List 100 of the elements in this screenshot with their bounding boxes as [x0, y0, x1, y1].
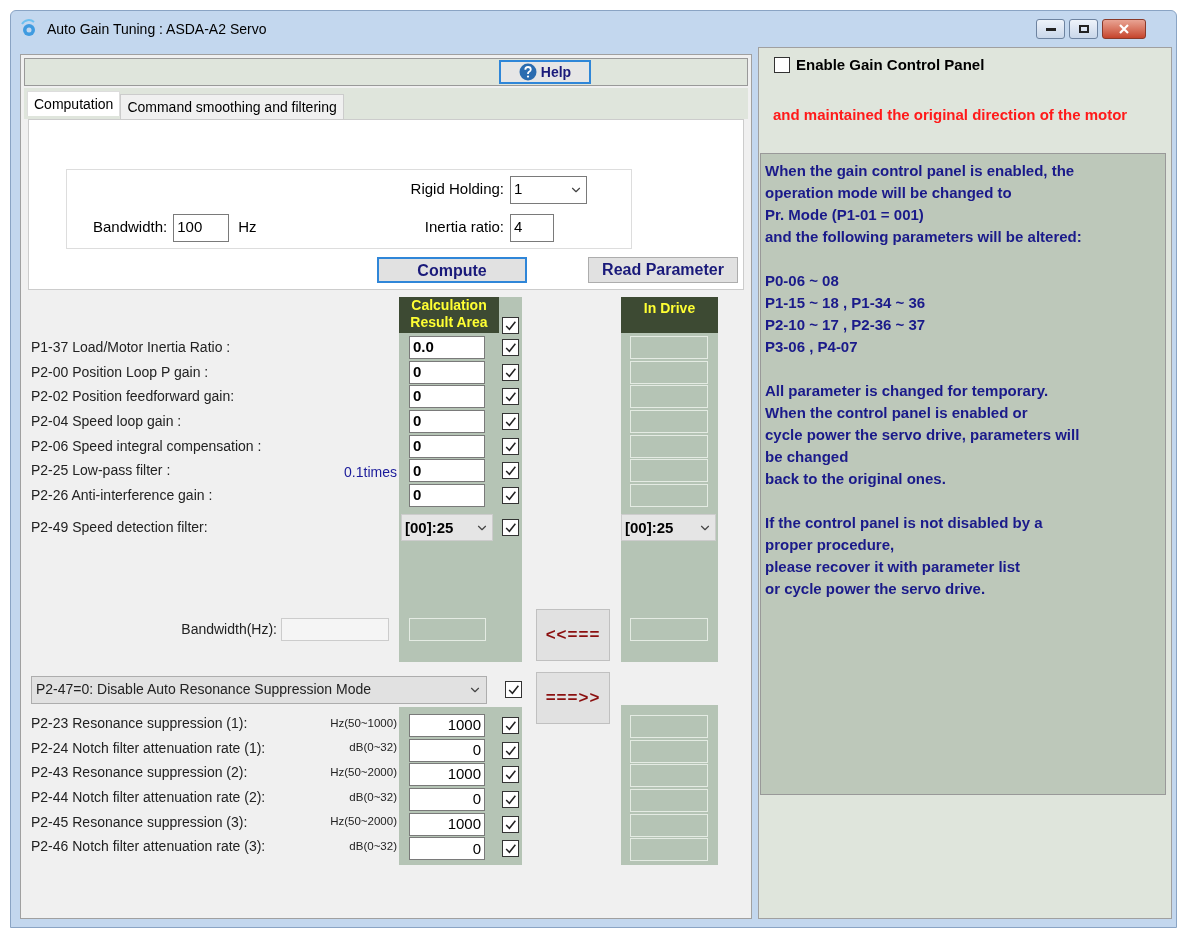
empty-field[interactable]	[630, 335, 708, 359]
bandwidth-field[interactable]: 100	[173, 213, 230, 242]
value-field[interactable]: 1000	[409, 812, 485, 836]
unit-label: Hz	[238, 217, 257, 238]
help-icon	[518, 63, 537, 81]
read-parameter-button[interactable]: Read Parameter	[588, 257, 738, 283]
empty-field[interactable]	[630, 385, 708, 409]
checkbox[interactable]	[502, 437, 519, 455]
tab[interactable]: Computation	[27, 91, 121, 116]
param-label: P2-00 Position Loop P gain :	[31, 362, 209, 382]
bandwidth-result-field[interactable]	[281, 617, 389, 641]
empty-field[interactable]	[630, 714, 708, 738]
inertia-ratio-field[interactable]: 4	[510, 213, 554, 242]
param-label: P2-23 Resonance suppression (1):	[31, 713, 248, 733]
range-label: Hz(50~2000)	[330, 765, 397, 781]
value-field[interactable]: 0	[409, 483, 485, 507]
param-label: Bandwidth(Hz):	[181, 619, 277, 639]
checkbox[interactable]	[502, 716, 519, 734]
range-label: dB(0~32)	[349, 740, 397, 756]
empty-field[interactable]	[630, 459, 708, 483]
checkbox[interactable]	[502, 317, 519, 334]
resonance-mode-select[interactable]: P2-47=0: Disable Auto Resonance Suppression Mode	[31, 675, 487, 704]
empty-field[interactable]	[630, 788, 708, 812]
minimize-button[interactable]	[1036, 19, 1065, 39]
empty-field[interactable]	[630, 764, 708, 788]
param-label: P2-43 Resonance suppression (2):	[31, 763, 248, 783]
value-field[interactable]: 0	[409, 409, 485, 433]
value-field[interactable]: 0	[409, 385, 485, 409]
unit-label: 0.1times	[344, 463, 398, 483]
rigid-holding-select[interactable]: 1	[510, 175, 587, 204]
info-paragraph: When the gain control panel is enabled, the operation mode will be changed to Pr. Mode (P1-01 = 001) and the following parameters will be altered:	[765, 160, 1083, 247]
checkbox[interactable]	[502, 338, 519, 356]
checkbox[interactable]	[774, 57, 790, 74]
value-field[interactable]: 0	[409, 738, 485, 762]
field-label: Rigid Holding:	[409, 179, 504, 200]
range-label: Hz(50~2000)	[330, 814, 397, 830]
info-paragraph: If the control panel is not disabled by a proper procedure, please recover it with parameter list or cycle power the servo drive.	[765, 512, 1044, 599]
checkbox[interactable]	[502, 462, 519, 480]
warning-text: and maintained the original direction of the motor	[773, 104, 1129, 125]
copy-button[interactable]: ===>>	[536, 672, 610, 724]
checkbox[interactable]	[502, 486, 519, 504]
empty-field[interactable]	[630, 739, 708, 763]
param-label: P2-24 Notch filter attenuation rate (1):	[31, 738, 266, 758]
copy-button[interactable]: <<===	[536, 609, 610, 661]
calculation-header: Calculation Result Area	[399, 297, 499, 333]
value-field[interactable]: 0	[409, 434, 485, 458]
checkbox[interactable]	[502, 412, 519, 430]
tab[interactable]: Command smoothing and filtering	[120, 94, 344, 119]
value-field[interactable]: 0	[409, 837, 485, 861]
speed-filter-select[interactable]: [00]:25	[621, 514, 716, 542]
range-label: dB(0~32)	[349, 839, 397, 855]
info-paragraph: All parameter is changed for temporary. When the control panel is enabled or cycle power the servo drive, parameters will be changed back to the original ones.	[765, 380, 1081, 489]
checkbox[interactable]	[502, 840, 519, 858]
field-label: Bandwidth:	[93, 217, 168, 238]
close-button[interactable]	[1102, 19, 1146, 39]
param-label: P2-49 Speed detection filter:	[31, 518, 208, 538]
checkbox[interactable]	[502, 519, 519, 537]
param-label: P2-02 Position feedforward gain:	[31, 387, 235, 407]
empty-field[interactable]	[630, 617, 708, 641]
checkbox[interactable]	[502, 741, 519, 759]
checkbox[interactable]	[505, 681, 522, 698]
empty-field[interactable]	[630, 483, 708, 507]
param-label: P2-45 Resonance suppression (3):	[31, 812, 248, 832]
field-label: Inertia ratio:	[423, 217, 504, 238]
checkbox[interactable]	[502, 363, 519, 381]
maximize-button[interactable]	[1069, 19, 1098, 39]
param-label: P2-26 Anti-interference gain :	[31, 485, 213, 505]
value-field[interactable]: 1000	[409, 763, 485, 787]
checkbox[interactable]	[502, 388, 519, 406]
info-paragraph: P0-06 ~ 08 P1-15 ~ 18 , P1-34 ~ 36 P2-10 ~ 17 , P2-36 ~ 37 P3-06 , P4-07	[765, 270, 927, 357]
checkbox-label: Enable Gain Control Panel	[796, 55, 985, 75]
param-label: P2-46 Notch filter attenuation rate (3):	[31, 837, 266, 857]
maximize-icon	[1078, 25, 1089, 33]
value-field[interactable]: 1000	[409, 713, 485, 737]
param-label: P2-04 Speed loop gain :	[31, 411, 182, 431]
checkbox[interactable]	[502, 790, 519, 808]
value-field[interactable]: 0	[409, 787, 485, 811]
minimize-icon	[1045, 27, 1056, 31]
empty-field[interactable]	[630, 434, 708, 458]
window-title: Auto Gain Tuning : ASDA-A2 Servo	[47, 19, 267, 39]
empty-field[interactable]	[630, 409, 708, 433]
compute-button[interactable]: Compute	[377, 257, 527, 283]
value-field[interactable]: 0.0	[409, 335, 485, 359]
help-button[interactable]: Help	[499, 60, 591, 84]
empty-field[interactable]	[630, 838, 708, 862]
speed-filter-select[interactable]: [00]:25	[401, 514, 493, 542]
bandwidth-result-field[interactable]	[409, 617, 486, 641]
range-label: Hz(50~1000)	[330, 715, 397, 731]
empty-field[interactable]	[630, 360, 708, 384]
empty-field[interactable]	[630, 813, 708, 837]
range-label: dB(0~32)	[349, 789, 397, 805]
value-field[interactable]: 0	[409, 459, 485, 483]
checkbox[interactable]	[502, 815, 519, 833]
value-field[interactable]: 0	[409, 360, 485, 384]
checkbox[interactable]	[502, 766, 519, 784]
drive-header: In Drive	[621, 297, 718, 333]
param-label: P2-06 Speed integral compensation :	[31, 436, 262, 456]
param-label: P2-25 Low-pass filter :	[31, 461, 171, 481]
param-label: P2-44 Notch filter attenuation rate (2):	[31, 787, 266, 807]
param-label: P1-37 Load/Motor Inertia Ratio :	[31, 337, 231, 357]
